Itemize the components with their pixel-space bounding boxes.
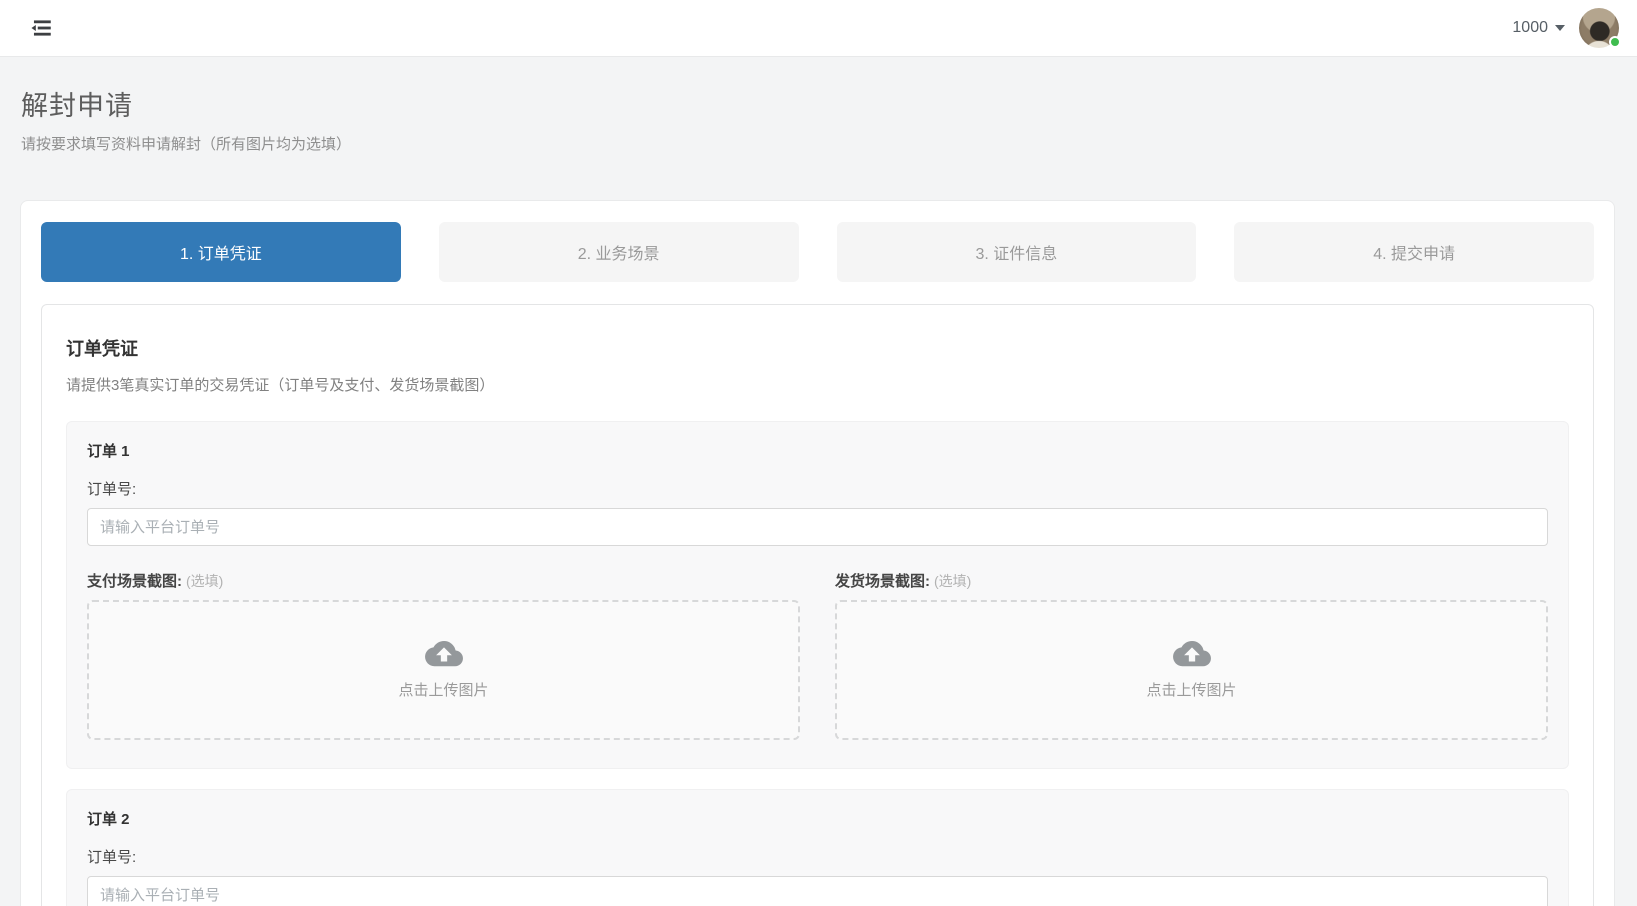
step-tab-order-proof[interactable]: 1. 订单凭证 — [41, 222, 401, 282]
payment-screenshot-label: 支付场景截图:(选填) — [87, 570, 800, 591]
unban-application-card: 1. 订单凭证 2. 业务场景 3. 证件信息 4. 提交申请 订单凭证 请提供… — [20, 200, 1615, 906]
payment-upload-dropzone-1[interactable]: 点击上传图片 — [87, 600, 800, 740]
order-panel-1: 订单 1 订单号: 支付场景截图:(选填) 点击上传图片 — [66, 421, 1569, 769]
online-status-dot — [1609, 36, 1621, 48]
upload-hint: 点击上传图片 — [398, 679, 488, 700]
page-subtitle: 请按要求填写资料申请解封（所有图片均为选填） — [21, 133, 1615, 154]
outdent-menu-icon — [28, 15, 54, 41]
shipping-label-text: 发货场景截图: — [835, 573, 930, 590]
order-number-label: 订单号: — [87, 846, 1548, 867]
page-header: 解封申请 请按要求填写资料申请解封（所有图片均为选填） — [0, 57, 1637, 154]
top-navbar: 1000 — [0, 0, 1637, 57]
order-number-label: 订单号: — [87, 478, 1548, 499]
optional-tag: (选填) — [934, 573, 971, 589]
step-tab-credentials[interactable]: 3. 证件信息 — [837, 222, 1197, 282]
optional-tag: (选填) — [186, 573, 223, 589]
order-title: 订单 1 — [87, 440, 1548, 461]
step-tabs: 1. 订单凭证 2. 业务场景 3. 证件信息 4. 提交申请 — [41, 222, 1594, 282]
order-proof-section: 订单凭证 请提供3笔真实订单的交易凭证（订单号及支付、发货场景截图） 订单 1 … — [41, 304, 1594, 906]
cloud-upload-icon — [425, 641, 463, 671]
upload-hint: 点击上传图片 — [1146, 679, 1236, 700]
order-number-input-1[interactable] — [87, 508, 1548, 546]
order-number-input-2[interactable] — [87, 876, 1548, 906]
section-title: 订单凭证 — [66, 335, 1569, 361]
step-tab-business-scene[interactable]: 2. 业务场景 — [439, 222, 799, 282]
order-title: 订单 2 — [87, 808, 1548, 829]
caret-down-icon — [1555, 25, 1565, 31]
step-tab-submit[interactable]: 4. 提交申请 — [1234, 222, 1594, 282]
sidebar-toggle-button[interactable] — [24, 11, 58, 45]
user-avatar[interactable] — [1579, 8, 1619, 48]
shipping-screenshot-label: 发货场景截图:(选填) — [835, 570, 1548, 591]
page-title: 解封申请 — [21, 84, 1615, 123]
shipping-upload-group: 发货场景截图:(选填) 点击上传图片 — [835, 570, 1548, 740]
payment-label-text: 支付场景截图: — [87, 573, 182, 590]
payment-upload-group: 支付场景截图:(选填) 点击上传图片 — [87, 570, 800, 740]
section-description: 请提供3笔真实订单的交易凭证（订单号及支付、发货场景截图） — [66, 374, 1569, 395]
user-dropdown[interactable]: 1000 — [1512, 19, 1565, 37]
user-dropdown-label: 1000 — [1512, 19, 1548, 37]
uploads-row: 支付场景截图:(选填) 点击上传图片 发货场景截图:(选填) — [87, 570, 1548, 740]
shipping-upload-dropzone-1[interactable]: 点击上传图片 — [835, 600, 1548, 740]
cloud-upload-icon — [1173, 641, 1211, 671]
order-panel-2: 订单 2 订单号: — [66, 789, 1569, 906]
